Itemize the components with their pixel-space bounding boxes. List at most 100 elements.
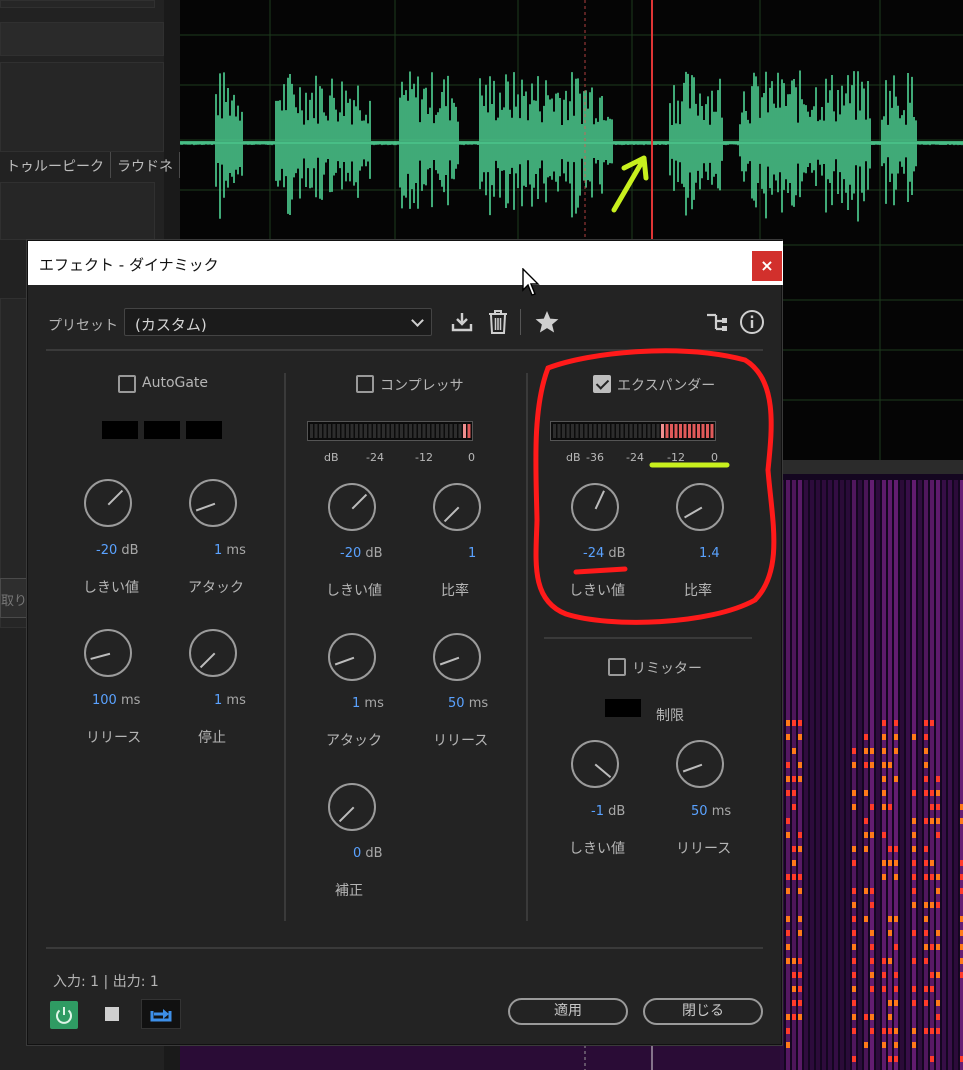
compressor-ratio-knob[interactable] xyxy=(433,483,481,531)
routing-icon[interactable] xyxy=(706,311,728,333)
meter-segment xyxy=(400,424,403,438)
autogate-release-value[interactable]: 100 ms xyxy=(92,693,140,708)
meter-segment xyxy=(314,424,318,438)
meter-segment xyxy=(332,424,336,438)
limiter-checkbox[interactable] xyxy=(608,658,626,676)
compressor-checkbox[interactable] xyxy=(356,375,374,393)
compressor-tick-24: -24 xyxy=(366,451,384,464)
meter-segment xyxy=(391,424,394,438)
autogate-hold-knob[interactable] xyxy=(189,629,237,677)
meter-segment xyxy=(589,424,592,438)
meter-segment xyxy=(431,424,435,438)
close-button[interactable]: 閉じる xyxy=(643,998,763,1025)
meter-segment xyxy=(382,424,385,438)
meter-segment xyxy=(364,424,367,438)
meter-segment xyxy=(467,424,471,438)
meter-segment xyxy=(449,424,453,438)
meter-segment xyxy=(553,424,556,438)
meter-segment xyxy=(647,424,651,438)
autogate-threshold-knob[interactable] xyxy=(84,479,132,527)
compressor-makeup-value[interactable]: 0 dB xyxy=(353,846,383,861)
meter-segment xyxy=(697,424,700,438)
compressor-tick-0: 0 xyxy=(468,451,475,464)
close-window-button[interactable]: × xyxy=(752,251,782,281)
limiter-release-label: リリース xyxy=(676,841,732,857)
limiter-release-knob[interactable] xyxy=(676,740,724,788)
compressor-makeup-knob[interactable] xyxy=(328,783,376,831)
expander-tick-36: -36 xyxy=(586,451,604,464)
bg-tab-truepeak[interactable]: トゥルーピーク xyxy=(0,152,111,178)
meter-segment xyxy=(328,424,331,438)
preset-dropdown[interactable]: (カスタム) xyxy=(124,308,432,336)
expander-checkbox[interactable] xyxy=(593,375,611,393)
apply-button[interactable]: 適用 xyxy=(508,998,628,1025)
cursor-icon xyxy=(522,268,540,296)
compressor-threshold-knob[interactable] xyxy=(328,483,376,531)
footer-separator xyxy=(46,947,763,949)
waveform-trace xyxy=(180,70,963,222)
column-separator xyxy=(526,373,528,921)
bg-undo-button[interactable]: 取り消 xyxy=(0,578,30,618)
meter-segment xyxy=(359,424,363,438)
expander-threshold-value[interactable]: -24 dB xyxy=(583,546,626,561)
meter-segment xyxy=(710,424,714,438)
trash-icon[interactable] xyxy=(487,309,509,335)
loop-playback-button[interactable] xyxy=(141,999,181,1029)
compressor-threshold-value[interactable]: -20 dB xyxy=(340,546,383,561)
compressor-release-value[interactable]: 50 ms xyxy=(448,696,488,711)
expander-tick-0: 0 xyxy=(711,451,718,464)
meter-segment xyxy=(692,424,696,438)
meter-segment xyxy=(458,424,462,438)
expander-tick-db: dB xyxy=(566,451,581,464)
expander-limiter-separator xyxy=(544,637,752,639)
star-icon[interactable] xyxy=(534,309,560,335)
autogate-release-knob[interactable] xyxy=(84,629,132,677)
limiter-threshold-value[interactable]: -1 dB xyxy=(591,804,625,819)
compressor-release-knob[interactable] xyxy=(433,633,481,681)
limiter-release-value[interactable]: 50 ms xyxy=(691,804,731,819)
meter-segment xyxy=(683,424,687,438)
meter-segment xyxy=(427,424,430,438)
meter-segment xyxy=(346,424,349,438)
power-toggle-button[interactable] xyxy=(50,1001,78,1029)
meter-segment xyxy=(373,424,376,438)
loop-icon xyxy=(150,1009,172,1022)
expander-ratio-value[interactable]: 1.4 xyxy=(699,546,720,561)
meter-segment xyxy=(319,424,322,438)
compressor-ratio-value[interactable]: 1 xyxy=(468,546,476,561)
compressor-attack-value[interactable]: 1 ms xyxy=(352,696,384,711)
autogate-threshold-value[interactable]: -20 dB xyxy=(96,543,139,558)
info-icon[interactable] xyxy=(739,309,765,335)
limiter-threshold-knob[interactable] xyxy=(571,740,619,788)
meter-segment xyxy=(368,424,372,438)
autogate-attack-value[interactable]: 1 ms xyxy=(214,543,246,558)
view-divider[interactable] xyxy=(780,460,963,474)
download-icon[interactable] xyxy=(450,310,474,334)
meter-segment xyxy=(395,424,399,438)
autogate-led-1 xyxy=(102,421,138,439)
meter-segment xyxy=(652,424,655,438)
stop-icon[interactable] xyxy=(105,1007,119,1021)
meter-segment xyxy=(409,424,412,438)
meter-segment xyxy=(386,424,390,438)
compressor-attack-knob[interactable] xyxy=(328,633,376,681)
expander-ratio-knob[interactable] xyxy=(676,483,724,531)
preset-label: プリセット : xyxy=(48,318,128,334)
expander-threshold-knob[interactable] xyxy=(571,483,619,531)
autogate-led-3 xyxy=(186,421,222,439)
compressor-label: コンプレッサ xyxy=(380,378,464,394)
meter-segment xyxy=(463,424,466,438)
meter-segment xyxy=(634,424,637,438)
title-bar[interactable]: エフェクト - ダイナミック × xyxy=(28,241,783,296)
bg-panel-top xyxy=(0,0,155,8)
bg-tab-loudness[interactable]: ラウドネ xyxy=(111,152,180,178)
expander-threshold-label: しきい値 xyxy=(569,583,625,599)
autogate-checkbox[interactable] xyxy=(118,375,136,393)
io-channels-label: 入力: 1 | 出力: 1 xyxy=(53,974,159,990)
compressor-tick-12: -12 xyxy=(415,451,433,464)
meter-segment xyxy=(665,424,669,438)
autogate-attack-knob[interactable] xyxy=(189,479,237,527)
compressor-meter-segments xyxy=(310,424,471,438)
meter-segment xyxy=(580,424,583,438)
autogate-hold-value[interactable]: 1 ms xyxy=(214,693,246,708)
